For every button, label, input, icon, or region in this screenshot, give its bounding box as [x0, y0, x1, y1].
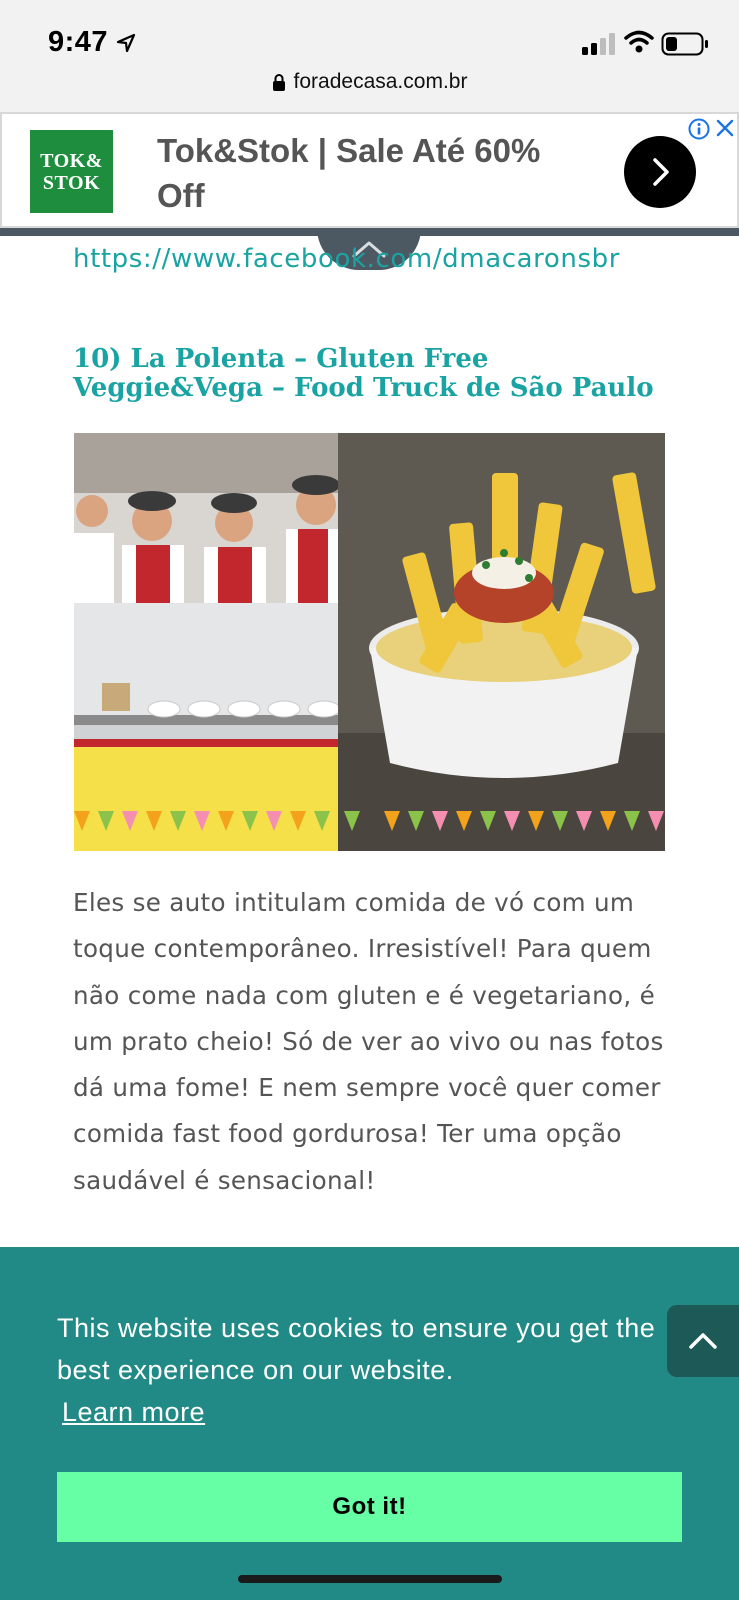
- address-bar[interactable]: foradecasa.com.br: [0, 66, 739, 112]
- close-icon[interactable]: [715, 118, 735, 138]
- food-truck-photo: [74, 433, 665, 851]
- cellular-signal-icon: [582, 33, 615, 55]
- ad-title[interactable]: Tok&Stok | Sale Até 60% Off: [157, 128, 597, 218]
- info-icon[interactable]: [688, 118, 710, 140]
- cookie-banner: This website uses cookies to ensure you …: [0, 1247, 739, 1600]
- ad-logo-line1: TOK&: [40, 149, 103, 172]
- facebook-link[interactable]: https://www.facebook.com/dmacaronsbr: [73, 244, 620, 274]
- article-heading: 10) La Polenta – Gluten Free Veggie&Vega…: [73, 344, 654, 403]
- wifi-icon: [624, 30, 654, 53]
- url-text: foradecasa.com.br: [293, 70, 468, 93]
- cookie-message: This website uses cookies to ensure you …: [57, 1313, 656, 1385]
- scroll-to-top-button[interactable]: [667, 1305, 739, 1377]
- ad-open-button[interactable]: [624, 136, 696, 208]
- status-time: 9:47: [48, 26, 109, 58]
- ad-logo[interactable]: TOK& STOK: [30, 130, 113, 213]
- ad-logo-line2: STOK: [42, 171, 101, 194]
- location-arrow-icon: [116, 33, 136, 53]
- learn-more-link[interactable]: Learn more: [62, 1397, 205, 1428]
- chevron-right-icon: [653, 158, 669, 186]
- lock-icon: [272, 74, 285, 91]
- status-bar: 9:47: [0, 0, 739, 72]
- article-body: Eles se auto intitulam comida de vó com …: [73, 888, 664, 1195]
- home-indicator[interactable]: [238, 1575, 502, 1583]
- chevron-up-icon: [689, 1333, 717, 1349]
- accept-cookies-button[interactable]: Got it!: [57, 1472, 682, 1542]
- battery-icon: [661, 32, 708, 56]
- ad-banner[interactable]: TOK& STOK Tok&Stok | Sale Até 60% Off: [0, 112, 739, 228]
